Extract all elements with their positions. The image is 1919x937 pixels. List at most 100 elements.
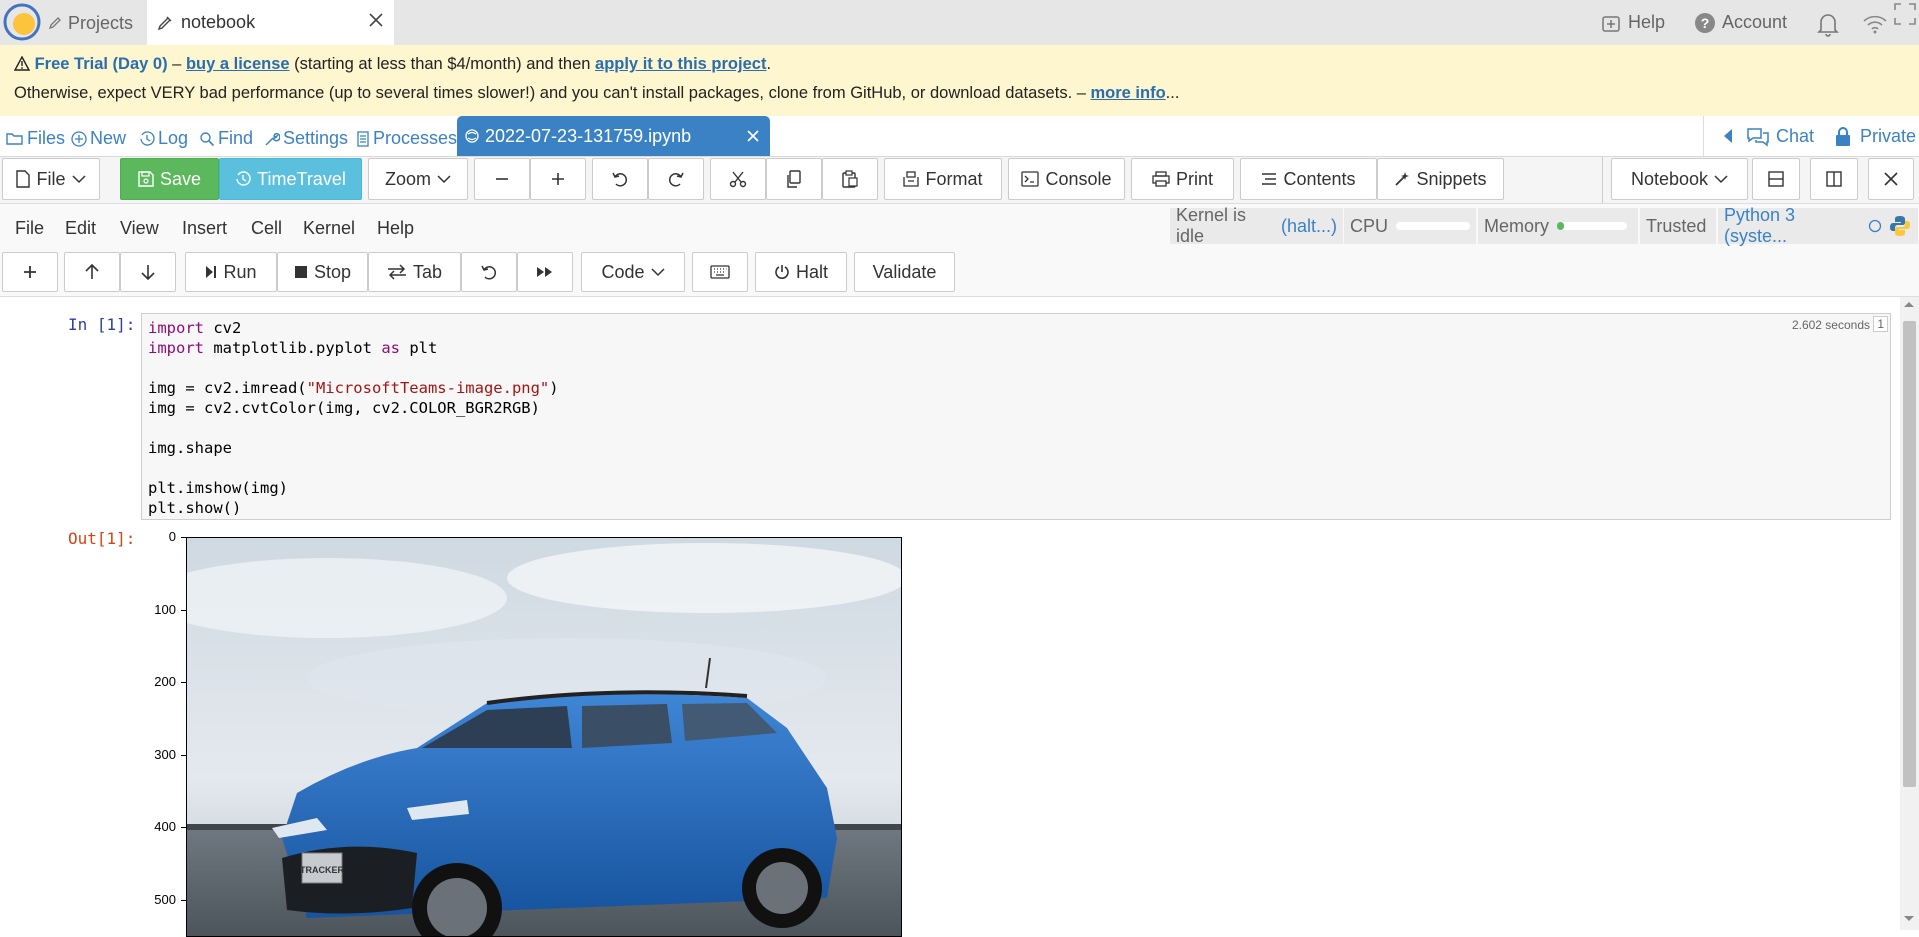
copy-button[interactable] xyxy=(766,158,822,200)
account-label: Account xyxy=(1722,12,1788,32)
timetravel-label: TimeTravel xyxy=(257,168,346,189)
free-trial-label: Free Trial (Day 0) xyxy=(34,55,168,73)
print-label: Print xyxy=(1175,168,1213,189)
bell-icon[interactable] xyxy=(1816,10,1840,38)
notebook-frame-button[interactable]: Notebook xyxy=(1611,158,1748,200)
help-button[interactable]: Help xyxy=(1600,0,1665,45)
contents-button[interactable]: Contents xyxy=(1240,158,1377,200)
zoom-in-button[interactable] xyxy=(530,158,586,200)
notebook-toolbar: Run Stop Tab Code Halt Validate xyxy=(0,248,1919,297)
split-vertical-button[interactable] xyxy=(1810,158,1858,200)
cell-type-select[interactable]: Code xyxy=(581,252,685,292)
menu-edit[interactable]: Edit xyxy=(65,218,96,239)
banner-line1-end: . xyxy=(766,55,772,73)
banner-line1-mid: (starting at less than $4/month) and the… xyxy=(289,55,596,73)
zoom-out-button[interactable] xyxy=(474,158,530,200)
search-icon xyxy=(199,131,215,147)
collapse-chat-icon[interactable] xyxy=(1722,128,1734,144)
nav-files[interactable]: Files xyxy=(6,128,65,149)
plus-icon xyxy=(22,264,38,280)
menu-kernel[interactable]: Kernel xyxy=(303,218,355,239)
halt-kernel-link[interactable]: (halt...) xyxy=(1281,216,1337,237)
python-logo-icon xyxy=(1888,214,1912,238)
nav-log[interactable]: Log xyxy=(139,128,188,149)
format-button[interactable]: Format xyxy=(884,158,1002,200)
menu-cell[interactable]: Cell xyxy=(251,218,282,239)
fullscreen-icon[interactable] xyxy=(1893,2,1917,26)
save-icon xyxy=(138,171,154,187)
paste-button[interactable] xyxy=(822,158,878,200)
history-icon xyxy=(235,171,251,187)
buy-license-link[interactable]: buy a license xyxy=(186,55,290,73)
print-button[interactable]: Print xyxy=(1131,158,1234,200)
scrollbar-thumb[interactable] xyxy=(1903,321,1916,787)
cut-button[interactable] xyxy=(710,158,766,200)
console-label: Console xyxy=(1045,168,1112,189)
paste-icon xyxy=(842,170,858,188)
close-icon[interactable] xyxy=(368,12,384,28)
menu-view[interactable]: View xyxy=(120,218,159,239)
open-file-tab[interactable]: 2022-07-23-131759.ipynb xyxy=(457,116,770,156)
tab-complete-button[interactable]: Tab xyxy=(368,252,461,292)
nav-files-label: Files xyxy=(27,128,66,148)
close-file-icon[interactable] xyxy=(746,129,760,143)
format-label: Format xyxy=(925,168,983,189)
stop-button[interactable]: Stop xyxy=(277,252,368,292)
svg-text:?: ? xyxy=(1701,15,1710,31)
save-button[interactable]: Save xyxy=(120,158,219,200)
scroll-down-arrow-icon[interactable] xyxy=(1903,915,1915,923)
menu-insert[interactable]: Insert xyxy=(182,218,227,239)
apply-license-link[interactable]: apply it to this project xyxy=(595,55,766,73)
redo-button[interactable] xyxy=(648,158,704,200)
code-cell-input[interactable]: import cv2 import matplotlib.pyplot as p… xyxy=(141,313,1891,520)
split-horizontal-button[interactable] xyxy=(1752,158,1800,200)
y-tick-label: 500 xyxy=(154,891,176,907)
tab-projects[interactable]: Projects xyxy=(48,8,133,38)
halt-button[interactable]: Halt xyxy=(755,252,847,292)
trusted-indicator[interactable]: Trusted xyxy=(1640,208,1716,244)
insert-cell-button[interactable] xyxy=(2,252,58,292)
lock-icon xyxy=(1834,126,1852,147)
nav-divider xyxy=(1703,116,1704,156)
kernel-selector[interactable]: Python 3 (syste... xyxy=(1718,205,1918,246)
restart-kernel-button[interactable] xyxy=(461,252,517,292)
close-frame-button[interactable] xyxy=(1868,158,1914,200)
run-button[interactable]: Run xyxy=(185,252,277,292)
stop-icon xyxy=(294,265,308,279)
chat-button[interactable]: Chat xyxy=(1746,126,1814,147)
tab-notebook[interactable]: notebook xyxy=(147,0,394,45)
split-horizontal-icon xyxy=(1767,170,1785,188)
keyboard-shortcuts-button[interactable] xyxy=(692,252,748,292)
timetravel-button[interactable]: TimeTravel xyxy=(219,158,362,200)
menu-help[interactable]: Help xyxy=(377,218,414,239)
nav-processes[interactable]: Processes xyxy=(356,128,457,149)
snippets-button[interactable]: Snippets xyxy=(1377,158,1504,200)
nav-settings[interactable]: Settings xyxy=(264,128,348,149)
restart-run-all-button[interactable] xyxy=(517,252,573,292)
project-nav: Files New Log Find Settings Processes 20… xyxy=(0,116,1919,157)
undo-button[interactable] xyxy=(592,158,648,200)
minus-icon xyxy=(494,171,510,187)
edit-icon xyxy=(157,15,173,31)
plot-image: TRACKER xyxy=(186,537,902,937)
move-cell-down-button[interactable] xyxy=(120,252,176,292)
account-button[interactable]: ? Account xyxy=(1694,0,1787,45)
more-info-link[interactable]: more info xyxy=(1091,84,1166,102)
private-button[interactable]: Private xyxy=(1834,126,1916,147)
print-icon xyxy=(1152,171,1170,187)
notebook-cells: In [1]: import cv2 import matplotlib.pyp… xyxy=(0,297,1900,937)
nav-find[interactable]: Find xyxy=(199,128,253,149)
stop-label: Stop xyxy=(313,261,352,282)
console-button[interactable]: Console xyxy=(1008,158,1125,200)
move-cell-up-button[interactable] xyxy=(64,252,120,292)
zoom-menu-button[interactable]: Zoom xyxy=(368,158,468,200)
file-menu-button[interactable]: File xyxy=(2,158,100,200)
menu-file[interactable]: File xyxy=(15,218,44,239)
validate-button[interactable]: Validate xyxy=(854,252,955,292)
scroll-up-arrow-icon[interactable] xyxy=(1903,300,1915,308)
trusted-label: Trusted xyxy=(1646,215,1707,236)
code-text[interactable]: import cv2 import matplotlib.pyplot as p… xyxy=(148,318,559,518)
y-tick-label: 200 xyxy=(154,674,176,689)
nav-new[interactable]: New xyxy=(71,128,126,149)
cocalc-logo-icon[interactable] xyxy=(2,2,42,42)
